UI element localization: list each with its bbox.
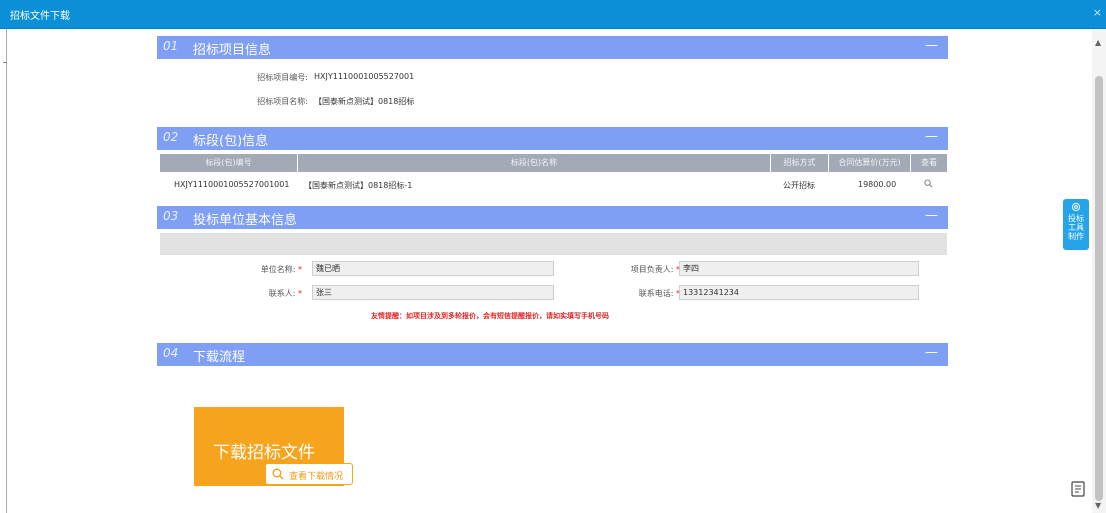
bid-tool-label: 投标工具制作	[1068, 214, 1084, 241]
project-leader-label: 项目负责人: *	[630, 265, 680, 274]
lot-price-cell: 19800.00	[858, 180, 897, 189]
search-icon[interactable]	[924, 179, 933, 188]
section-title: 投标单位基本信息	[193, 213, 298, 228]
column-header-price: 合同估算价(万元)	[829, 154, 911, 172]
project-code-label: 招标项目编号:	[257, 73, 308, 82]
section-header-project: 01 招标项目信息 —	[157, 36, 948, 59]
contact-label: 联系人: *	[268, 289, 302, 298]
contact-field[interactable]: 张三	[312, 285, 554, 300]
required-mark: *	[298, 265, 302, 274]
download-bid-file-label: 下载招标文件	[213, 443, 315, 463]
lot-code-cell: HXJY1110001005527001001	[174, 180, 290, 189]
project-name-label: 招标项目名称:	[257, 97, 308, 106]
unit-name-field[interactable]: 魏已晒	[312, 261, 554, 276]
collapse-button[interactable]: —	[925, 208, 938, 223]
scroll-down-icon[interactable]: ▼	[1095, 501, 1101, 510]
lot-table-header: 标段(包)编号 标段(包)名称 招标方式 合同估算价(万元) 查看	[160, 154, 947, 172]
left-border-notch	[3, 62, 7, 63]
project-leader-field[interactable]: 李四	[679, 261, 919, 276]
column-header-method: 招标方式	[771, 154, 829, 172]
window-titlebar: 招标文件下载 ×	[0, 0, 1106, 29]
bid-tool-button[interactable]: 投标工具制作	[1063, 199, 1089, 250]
collapse-button[interactable]: —	[925, 38, 938, 53]
lot-method-cell: 公开招标	[783, 181, 815, 190]
scrollbar-thumb[interactable]	[1095, 76, 1103, 501]
required-mark: *	[298, 289, 302, 298]
section-number: 01	[163, 39, 179, 53]
gear-icon	[1071, 202, 1081, 212]
column-header-view: 查看	[921, 158, 937, 167]
project-code-value: HXJY1110001005527001	[314, 72, 415, 81]
lot-name-cell: 【国泰新点测试】0818招标-1	[304, 181, 413, 190]
view-download-status-label: 查看下载情况	[289, 472, 344, 482]
scroll-up-icon[interactable]: ▲	[1095, 38, 1101, 47]
info-bar	[160, 233, 947, 255]
friendly-reminder: 友情提醒：如项目涉及到多轮报价，会有短信提醒报价，请如实填写手机号码	[371, 312, 609, 320]
left-border	[6, 29, 7, 513]
close-icon[interactable]: ×	[1093, 6, 1102, 19]
section-header-bidder: 03 投标单位基本信息 —	[157, 206, 948, 229]
phone-label: 联系电话: *	[638, 289, 680, 298]
section-header-lot: 02 标段(包)信息 —	[157, 127, 948, 150]
search-icon	[272, 468, 284, 480]
project-name-value: 【国泰新点测试】0818招标	[314, 97, 415, 106]
vertical-scrollbar[interactable]: ▲ ▼	[1092, 29, 1106, 513]
phone-field[interactable]: 13312341234	[679, 285, 919, 300]
section-title: 下载流程	[193, 350, 246, 365]
section-number: 02	[163, 130, 179, 144]
collapse-button[interactable]: —	[925, 345, 938, 360]
section-header-download: 04 下载流程 —	[157, 343, 948, 366]
section-title: 招标项目信息	[193, 43, 272, 58]
column-header-lot-name: 标段(包)名称	[298, 154, 771, 172]
section-number: 04	[163, 346, 179, 360]
unit-name-label: 单位名称: *	[260, 265, 302, 274]
document-icon[interactable]	[1071, 481, 1085, 497]
window-title: 招标文件下载	[10, 11, 70, 22]
collapse-button[interactable]: —	[925, 129, 938, 144]
column-header-lot-code: 标段(包)编号	[160, 154, 298, 172]
view-download-status-button[interactable]: 查看下载情况	[265, 463, 353, 485]
section-number: 03	[163, 209, 179, 223]
section-title: 标段(包)信息	[193, 134, 269, 149]
